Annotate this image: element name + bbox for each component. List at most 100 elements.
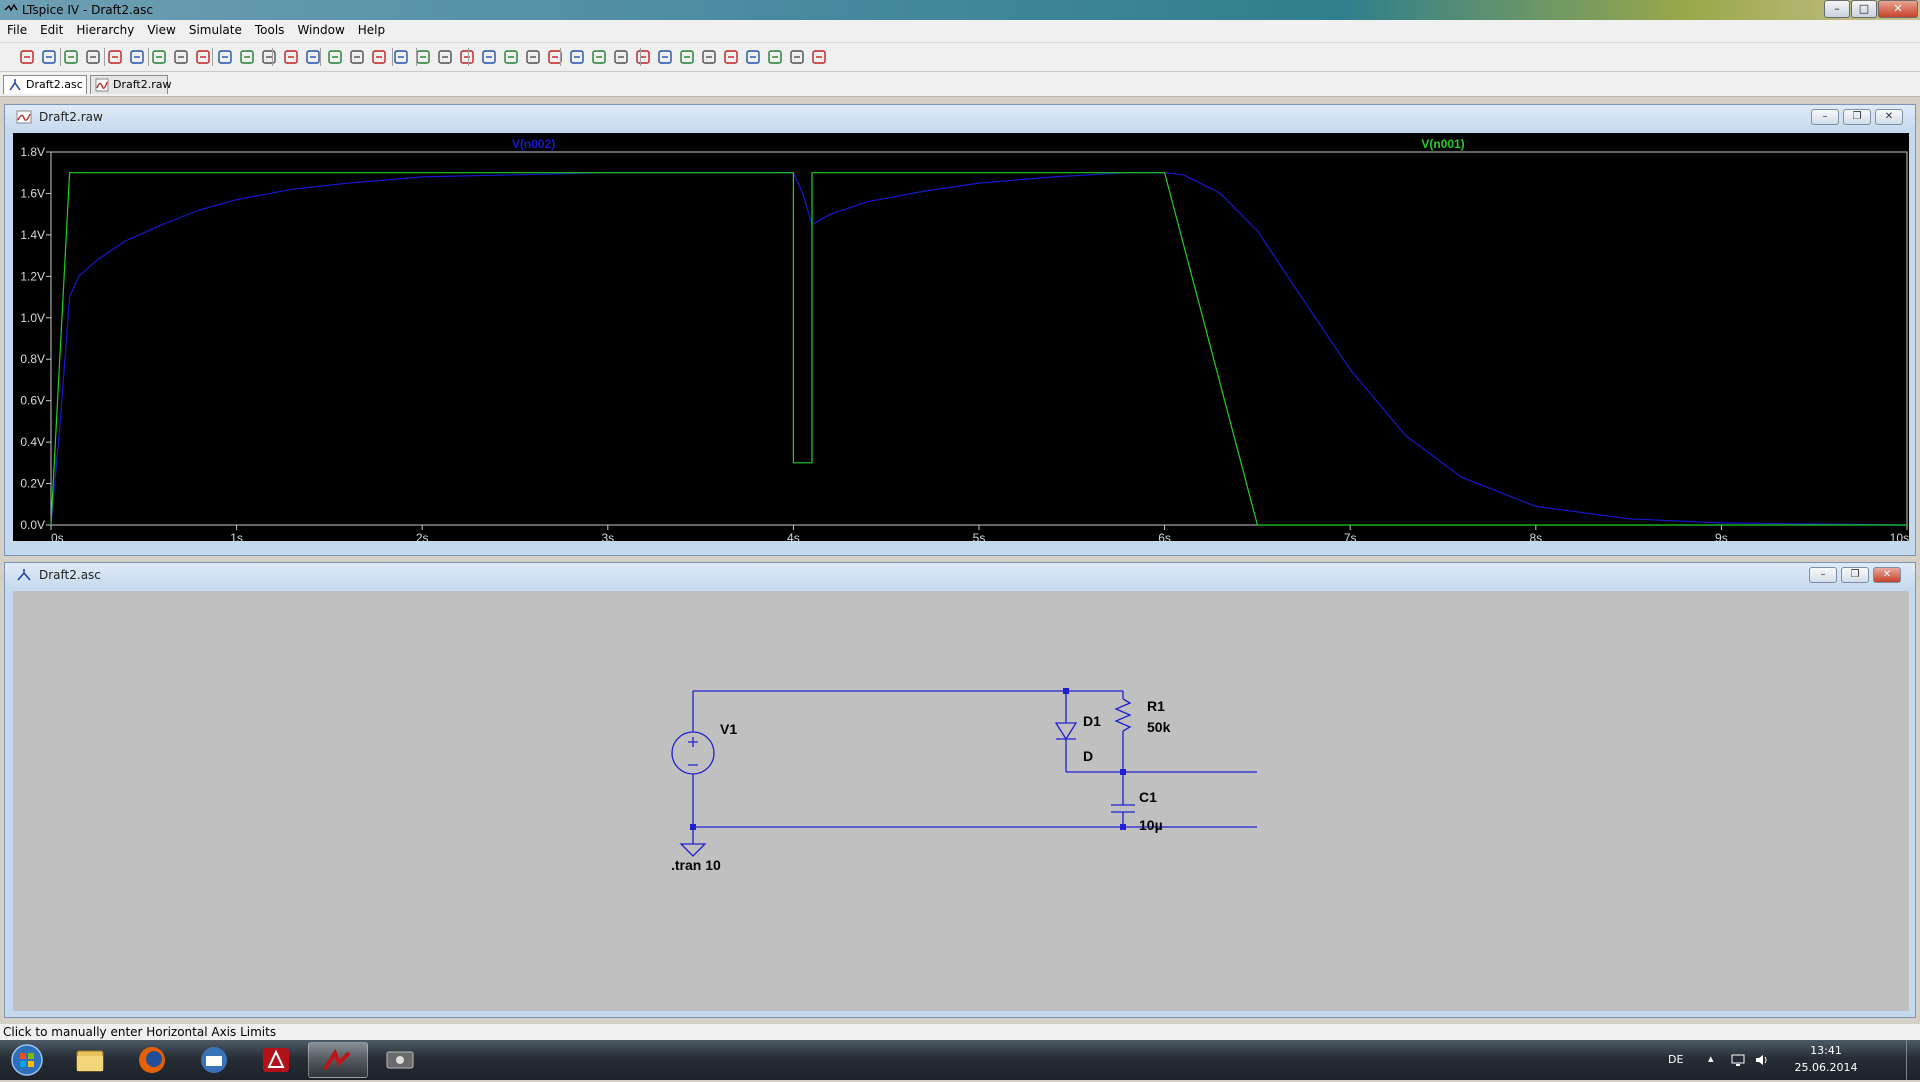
grid-icon[interactable] — [260, 48, 278, 66]
close-button[interactable]: ✕ — [1878, 0, 1918, 18]
schematic-icon — [9, 79, 21, 91]
new-schematic-icon[interactable] — [18, 48, 36, 66]
component-icon[interactable] — [634, 48, 652, 66]
menu-hierarchy[interactable]: Hierarchy — [69, 20, 140, 37]
firefox-icon[interactable] — [122, 1042, 182, 1078]
menu-window[interactable]: Window — [290, 20, 350, 37]
voltage-source-v1[interactable] — [671, 731, 715, 775]
redo-icon[interactable] — [722, 48, 740, 66]
spice-directive-icon[interactable] — [810, 48, 828, 66]
schematic-minimize-button[interactable]: – — [1809, 567, 1837, 583]
print-setup-icon[interactable] — [436, 48, 454, 66]
zoom-in-icon[interactable] — [150, 48, 168, 66]
spice-directive-label[interactable]: .tran 10 — [671, 857, 721, 873]
zoom-fit-icon[interactable] — [216, 48, 234, 66]
thunderbird-icon[interactable] — [184, 1042, 244, 1078]
clock-date[interactable]: 25.06.2014 — [1792, 1061, 1860, 1074]
media-icon[interactable] — [370, 1042, 430, 1078]
plot-frame — [50, 151, 1908, 526]
y-tick-label: 0.8V — [20, 352, 45, 366]
cut-icon[interactable] — [348, 48, 366, 66]
text-icon[interactable] — [788, 48, 806, 66]
control-panel-icon[interactable] — [84, 48, 102, 66]
resistor-r1[interactable] — [1114, 698, 1132, 732]
status-text: Click to manually enter Horizontal Axis … — [3, 1025, 277, 1039]
x-tick-label: 4s — [787, 531, 800, 541]
capacitor-icon[interactable] — [568, 48, 586, 66]
wire-icon[interactable] — [480, 48, 498, 66]
tab-draft2-asc[interactable]: Draft2.asc — [3, 75, 87, 94]
toolbar-separator — [416, 48, 417, 66]
waveform-plot-pane[interactable]: 0.0V 0.2V 0.4V 0.6V 0.8V 1.0V 1.2V 1.4V 1.6V 1.8V… — [13, 133, 1909, 545]
drag-icon[interactable] — [678, 48, 696, 66]
resistor-icon[interactable] — [546, 48, 564, 66]
toolbar-separator — [392, 48, 393, 66]
rotate-icon[interactable] — [744, 48, 762, 66]
zoom-pan-icon[interactable] — [172, 48, 190, 66]
diode-d1[interactable] — [1054, 722, 1078, 741]
diode-icon[interactable] — [612, 48, 630, 66]
menu-simulate[interactable]: Simulate — [182, 20, 248, 37]
autorange-icon[interactable] — [238, 48, 256, 66]
r1-label: R1 — [1147, 698, 1165, 714]
show-hidden-icons-icon[interactable]: ▴ — [1708, 1052, 1714, 1065]
junction-dot — [1120, 769, 1126, 775]
tile-horizontal-icon[interactable] — [282, 48, 300, 66]
menu-file[interactable]: File — [0, 20, 33, 37]
paste-icon[interactable] — [392, 48, 410, 66]
menu-view[interactable]: View — [140, 20, 181, 37]
mirror-icon[interactable] — [766, 48, 784, 66]
toolbar-separator — [148, 48, 149, 66]
undo-icon[interactable] — [700, 48, 718, 66]
menu-tools[interactable]: Tools — [248, 20, 291, 37]
ground-symbol[interactable] — [679, 843, 707, 857]
capacitor-c1[interactable] — [1111, 804, 1135, 813]
print-icon[interactable] — [458, 48, 476, 66]
ground-icon[interactable] — [502, 48, 520, 66]
schematic-canvas[interactable]: V1 D1 D R1 50k C1 10µ .tran 10 — [13, 591, 1909, 1011]
language-indicator[interactable]: DE — [1668, 1053, 1683, 1066]
waveform-window: Draft2.raw – ❐ ✕ 0.0V 0.2V 0.4V 0.6V 0.8V 1.0… — [4, 104, 1916, 556]
ltspice-icon[interactable] — [308, 1042, 368, 1078]
waveform-close-button[interactable]: ✕ — [1875, 109, 1903, 125]
halt-icon[interactable] — [128, 48, 146, 66]
acrobat-icon[interactable] — [246, 1042, 306, 1078]
inductor-icon[interactable] — [590, 48, 608, 66]
minimize-button[interactable]: – — [1824, 0, 1850, 18]
tab-draft2-raw[interactable]: Draft2.raw — [90, 75, 172, 94]
system-tray: DE ▴ 13:41 25.06.2014 — [1660, 1040, 1920, 1080]
run-icon[interactable] — [106, 48, 124, 66]
waveform-icon — [95, 78, 109, 92]
show-desktop-button[interactable] — [1906, 1040, 1919, 1080]
save-icon[interactable] — [62, 48, 80, 66]
explorer-icon[interactable] — [60, 1042, 120, 1078]
schematic-restore-button[interactable]: ❐ — [1841, 567, 1869, 583]
clock-time[interactable]: 13:41 — [1798, 1044, 1854, 1057]
toolbar-separator — [320, 48, 321, 66]
menu-edit[interactable]: Edit — [33, 20, 69, 37]
schematic-icon — [17, 569, 31, 581]
menu-bar: File Edit Hierarchy View Simulate Tools Window… — [0, 20, 1920, 43]
trace-label-vn002[interactable]: V(n002) — [512, 137, 555, 151]
copy-icon[interactable] — [370, 48, 388, 66]
waveform-minimize-button[interactable]: – — [1811, 109, 1839, 125]
x-tick-label: 7s — [1344, 531, 1357, 541]
tile-vertical-icon[interactable] — [326, 48, 344, 66]
x-tick-label: 9s — [1715, 531, 1728, 541]
title-bar: LTspice IV - Draft2.asc – □ ✕ — [0, 0, 1920, 20]
trace-label-vn001[interactable]: V(n001) — [1421, 137, 1464, 151]
open-icon[interactable] — [40, 48, 58, 66]
schematic-drawing[interactable]: V1 D1 D R1 50k C1 10µ .tran 10 — [13, 591, 1909, 1011]
zoom-out-icon[interactable] — [194, 48, 212, 66]
maximize-button[interactable]: □ — [1851, 0, 1877, 18]
start-orb-icon[interactable] — [2, 1042, 52, 1078]
volume-icon[interactable] — [1754, 1052, 1770, 1068]
waveform-chart[interactable]: 0.0V 0.2V 0.4V 0.6V 0.8V 1.0V 1.2V 1.4V 1.6V 1.8V… — [13, 133, 1909, 545]
tab-label: Draft2.raw — [113, 78, 172, 91]
move-icon[interactable] — [656, 48, 674, 66]
schematic-close-button[interactable]: ✕ — [1873, 567, 1901, 583]
menu-help[interactable]: Help — [351, 20, 391, 37]
waveform-restore-button[interactable]: ❐ — [1843, 109, 1871, 125]
label-net-icon[interactable] — [524, 48, 542, 66]
network-icon[interactable] — [1730, 1052, 1746, 1068]
